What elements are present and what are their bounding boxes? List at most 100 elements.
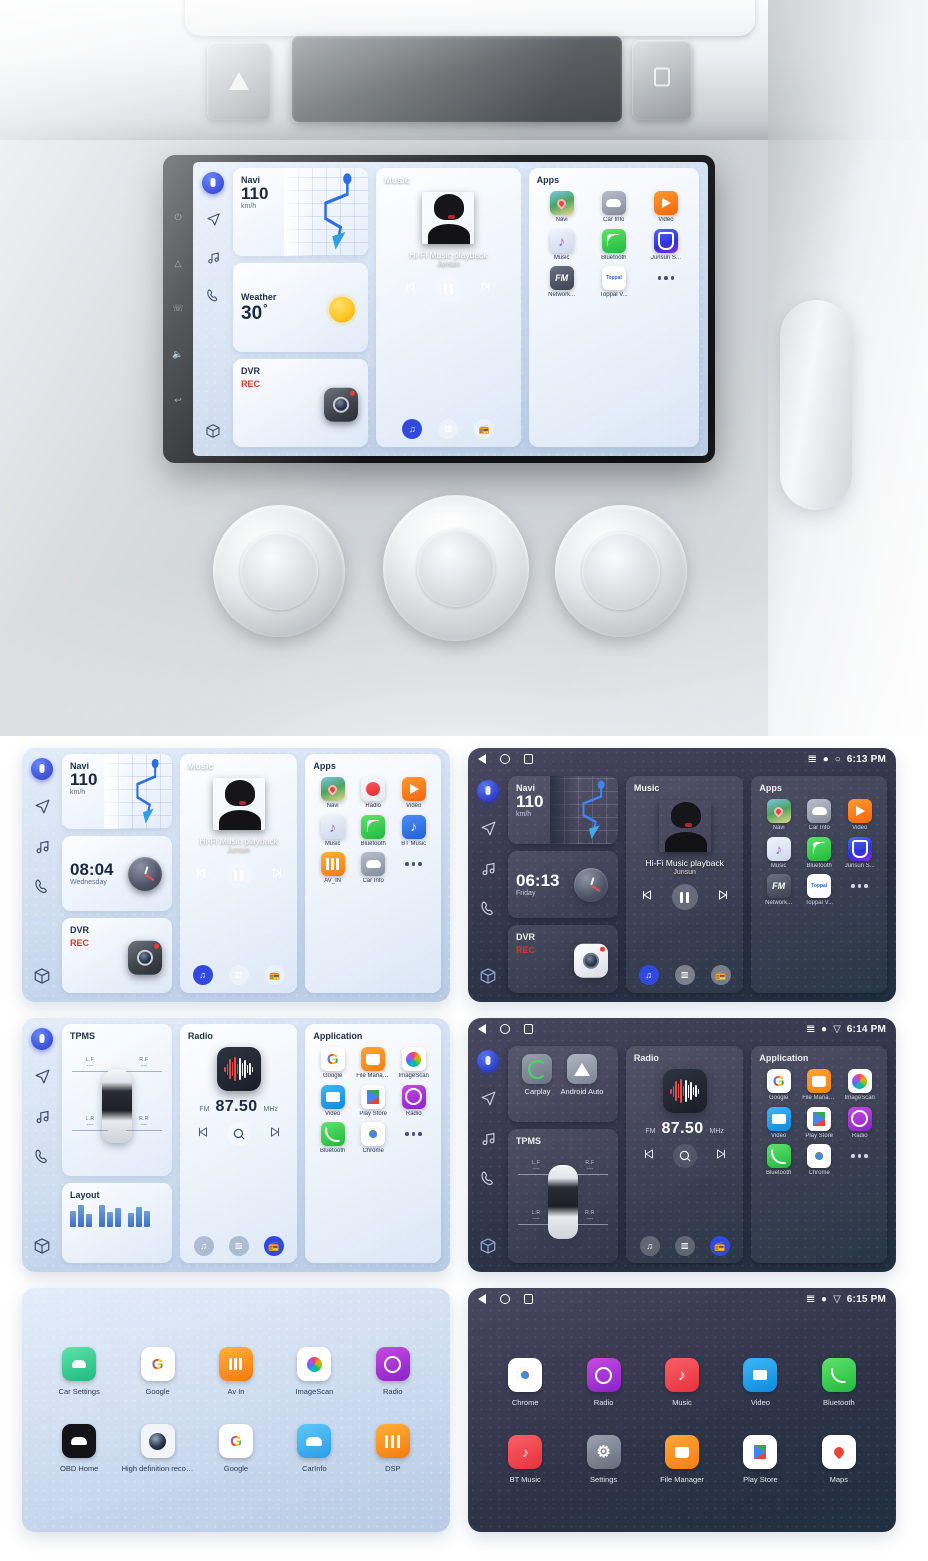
settings-icon[interactable] — [586, 1435, 621, 1469]
radio-source-icon[interactable]: 📻 — [263, 1236, 284, 1256]
next-track-icon[interactable] — [716, 888, 730, 907]
carinfo-icon[interactable] — [807, 799, 832, 823]
phone-icon[interactable] — [34, 878, 51, 900]
volume-icon[interactable]: 🔈 — [172, 350, 183, 359]
carinfo-icon[interactable] — [361, 852, 386, 877]
app-item[interactable]: FM Network... — [759, 874, 798, 907]
previous-track-icon[interactable] — [404, 280, 417, 298]
radio-source-switcher[interactable]: ♫ 𝌆 📻 — [193, 1230, 284, 1256]
android-auto-icon[interactable] — [566, 1054, 597, 1084]
btmusicred-icon[interactable] — [508, 1435, 543, 1469]
navi-widget[interactable]: Navi 110 km/h — [508, 776, 618, 844]
radiopurple-icon[interactable] — [375, 1347, 410, 1381]
navi-icon[interactable] — [549, 191, 574, 215]
app-item[interactable]: Play Store — [800, 1106, 839, 1140]
clock-widget[interactable]: 08:04 Wednesday — [62, 836, 172, 911]
music-source-switcher[interactable]: ♫ 𝌆 📻 — [402, 413, 495, 439]
bluetooth-source-icon[interactable]: 𝌆 — [674, 1236, 695, 1256]
side-rail[interactable] — [22, 1018, 62, 1272]
radio-source-icon[interactable]: 📻 — [709, 1236, 730, 1256]
phone-icon[interactable] — [480, 1170, 497, 1192]
pause-button[interactable] — [225, 862, 252, 888]
tpms-widget[interactable]: TPMS L.F ---- R.F ---- L.R ---- R.R ---- — [508, 1129, 618, 1263]
launcher-item[interactable]: BT Music — [486, 1435, 564, 1484]
launcher-item[interactable]: Play Store — [721, 1435, 799, 1484]
app-item[interactable]: FM Network... — [537, 266, 587, 299]
apps-cube-icon[interactable] — [479, 1237, 497, 1260]
recents-nav-icon[interactable] — [524, 754, 533, 764]
videoblue-icon[interactable] — [320, 1084, 345, 1109]
apps-cube-icon[interactable] — [33, 967, 51, 990]
music-source-icon[interactable]: ♫ — [638, 965, 659, 985]
hdrec-icon[interactable] — [140, 1424, 175, 1458]
navi-icon[interactable] — [766, 799, 791, 823]
pause-button[interactable] — [435, 276, 462, 302]
dvr-widget[interactable]: DVR REC — [508, 925, 618, 994]
more-dots-icon[interactable] — [405, 1122, 422, 1146]
navigation-icon[interactable] — [34, 1068, 51, 1090]
bluetooth-source-icon[interactable]: 𝌆 — [674, 965, 695, 985]
google-icon[interactable]: G — [766, 1069, 791, 1093]
side-rail[interactable] — [468, 770, 508, 1002]
bluetooth-source-icon[interactable]: 𝌆 — [438, 419, 459, 439]
app-item[interactable]: Navi — [537, 191, 587, 224]
app-item[interactable]: File Manager — [354, 1047, 393, 1080]
phone-icon[interactable] — [34, 1148, 51, 1170]
phone-icon[interactable] — [480, 900, 497, 922]
app-item[interactable]: ImageScan — [394, 1047, 433, 1080]
maps-icon[interactable] — [821, 1435, 856, 1469]
folder-icon[interactable] — [361, 1047, 386, 1071]
toppal-icon[interactable]: Toppal — [601, 266, 626, 291]
app-item[interactable]: Toppal Toppal V... — [589, 266, 639, 299]
phone-green-icon[interactable] — [821, 1358, 856, 1392]
music-icon[interactable] — [549, 228, 574, 253]
app-item[interactable]: Video — [840, 799, 879, 832]
radio-widget[interactable]: Radio FM 87.50 MHz ♫ 𝌆 📻 — [625, 1046, 744, 1263]
music-widget[interactable]: Music Hi-Fi Music playback Junsun ♫ 𝌆 📻 — [376, 168, 521, 447]
radio-source-icon[interactable]: 📻 — [264, 965, 285, 985]
carplay-icon[interactable] — [522, 1054, 553, 1084]
more-dots-icon[interactable] — [851, 874, 868, 898]
app-item[interactable]: ImageScan — [840, 1069, 879, 1102]
carsettings-icon[interactable] — [62, 1347, 97, 1381]
music-widget[interactable]: Music Hi-Fi Music playback Junsun ♫ 𝌆 📻 — [625, 776, 744, 993]
back-nav-icon[interactable] — [478, 754, 486, 764]
play-icon[interactable] — [361, 1084, 386, 1109]
next-track-icon[interactable] — [270, 866, 284, 885]
layout-widget[interactable]: Layout — [62, 1183, 172, 1263]
back-nav-icon[interactable] — [478, 1294, 486, 1304]
phone-green-icon[interactable] — [320, 1122, 345, 1147]
junsun-icon[interactable] — [847, 836, 872, 861]
radio-widget[interactable]: Radio FM 87.50 MHz ♫ 𝌆 📻 — [179, 1024, 298, 1263]
previous-station-icon[interactable] — [196, 1125, 210, 1144]
google-icon[interactable]: G — [320, 1047, 345, 1071]
app-item[interactable]: Play Store — [354, 1084, 393, 1118]
avin-icon[interactable] — [320, 852, 345, 877]
back-nav-icon[interactable] — [478, 1024, 486, 1034]
app-item[interactable]: Bluetooth — [354, 814, 393, 848]
voice-assistant-icon[interactable] — [477, 780, 499, 802]
phone-projection-widget[interactable]: Carplay Android Auto — [508, 1046, 618, 1122]
app-item[interactable]: Video — [313, 1084, 352, 1118]
next-track-icon[interactable] — [479, 280, 492, 298]
app-item[interactable]: Junsun S... — [840, 836, 879, 870]
radio-tuning-controls[interactable] — [196, 1122, 282, 1146]
app-item[interactable]: File Manager — [800, 1069, 839, 1102]
more-apps-button[interactable] — [394, 852, 433, 885]
voice-assistant-icon[interactable] — [202, 172, 224, 194]
app-item[interactable]: Radio — [840, 1106, 879, 1140]
door-lock-button[interactable] — [632, 40, 692, 120]
bt-icon[interactable] — [361, 814, 386, 839]
app-item[interactable]: Car Info — [800, 799, 839, 832]
music-widget[interactable]: Music Hi-Fi Music playback Junsun ♫ 𝌆 📻 — [179, 754, 298, 993]
app-item[interactable]: Music — [537, 228, 587, 262]
previous-station-icon[interactable] — [642, 1147, 656, 1166]
music-source-icon[interactable]: ♫ — [639, 1236, 660, 1256]
phone-icon[interactable] — [206, 288, 221, 308]
weather-widget[interactable]: Weather 30 ° — [233, 263, 369, 352]
launcher-item[interactable]: Music — [643, 1358, 721, 1407]
launcher-item[interactable]: High definition recor... — [118, 1424, 196, 1473]
app-item[interactable]: Video — [641, 191, 691, 224]
music-source-switcher[interactable]: ♫ 𝌆 📻 — [638, 959, 731, 985]
launcher-item[interactable]: Radio — [354, 1347, 432, 1396]
